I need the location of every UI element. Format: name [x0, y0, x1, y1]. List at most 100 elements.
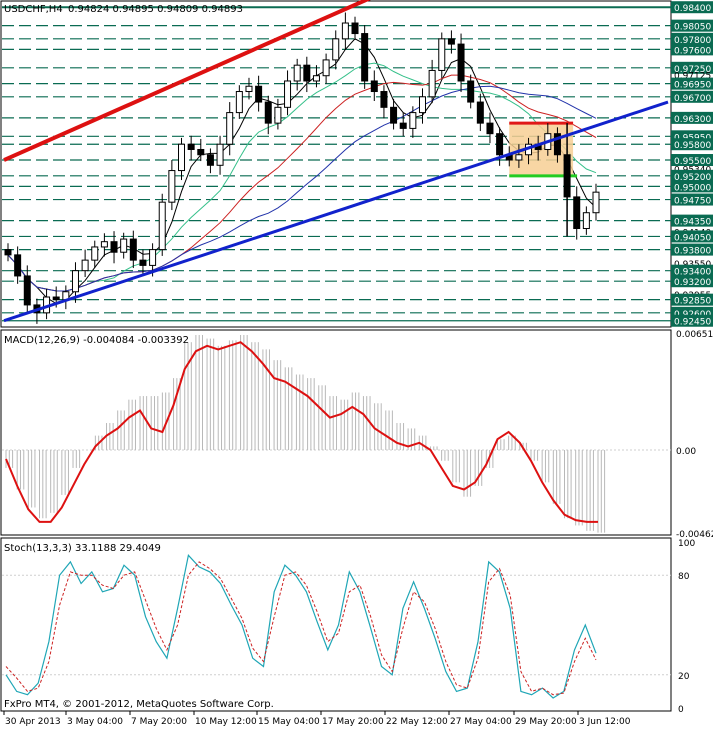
macd-axis-label: 0.006511	[676, 330, 713, 340]
candle-body	[467, 80, 475, 103]
price-axis-label: 0.95000	[674, 183, 711, 193]
stoch-main-line	[5, 554, 597, 699]
candle-body	[158, 201, 166, 251]
candle-body	[370, 80, 378, 93]
candle-body	[332, 38, 340, 61]
price-axis-label: 0.96300	[674, 115, 711, 125]
symbol-title: USDCHF,H4	[4, 4, 63, 15]
candle-body	[100, 241, 108, 248]
macd-signal-line	[5, 341, 598, 523]
candle-body	[573, 196, 581, 230]
candle-body	[496, 133, 504, 156]
stoch-axis-label: 0	[678, 705, 684, 715]
candle-body	[110, 241, 118, 253]
candle-body	[206, 154, 214, 166]
candle-body	[486, 122, 494, 135]
candle-body	[120, 238, 128, 253]
stoch-title: Stoch(13,3,3) 33.1188 29.4049	[4, 543, 161, 554]
candle-body	[14, 254, 22, 277]
macd-axis-label: 0.00	[676, 447, 696, 457]
price-axis-label: 0.98400	[674, 4, 711, 14]
stoch-panel-frame	[0, 537, 672, 712]
candle-body	[457, 43, 465, 82]
candle-body	[255, 85, 263, 103]
ohlc-values: 0.94824 0.94895 0.94809 0.94893	[68, 4, 243, 15]
candle-body	[81, 259, 89, 272]
stoch-axis-label: 100	[678, 539, 695, 549]
time-axis-label: 29 May 20:00	[515, 717, 577, 727]
price-axis-label: 0.97600	[674, 46, 711, 56]
candle-body	[52, 296, 60, 301]
candle-body	[592, 191, 600, 214]
copyright-text: FxPro MT4, © 2001-2012, MetaQuotes Softw…	[4, 699, 274, 710]
chart-svg: 0.984000.980500.978000.976000.972500.971…	[0, 0, 713, 727]
price-axis-label: 0.96700	[674, 94, 711, 104]
candle-body	[187, 143, 195, 150]
time-axis-label: 30 Apr 2013	[5, 717, 61, 727]
candle-body	[197, 148, 205, 156]
candle-body	[264, 101, 272, 124]
candle-body	[418, 96, 426, 114]
price-axis-label: 0.95800	[674, 141, 711, 151]
candle-body	[178, 143, 186, 172]
price-axis-label: 0.93800	[674, 247, 711, 257]
candle-body	[139, 259, 147, 266]
price-axis-label: 0.94350	[674, 218, 711, 228]
candle-body	[284, 80, 292, 108]
candle-body	[274, 106, 282, 124]
candle-body	[71, 270, 79, 293]
time-axis: 30 Apr 2013 3 May 04:00 7 May 20:00 10 May …	[3, 711, 631, 727]
price-axis-label: 0.94750	[674, 197, 711, 207]
time-axis-label: 3 Jun 12:00	[579, 717, 631, 727]
candle-body	[361, 33, 369, 82]
candle-body	[312, 75, 320, 82]
stoch-axis-label: 20	[678, 672, 690, 682]
price-axis-label: 0.93200	[674, 278, 711, 288]
candle-body	[351, 22, 359, 35]
support-trendline	[3, 100, 669, 323]
price-axis-label: 0.92450	[674, 318, 711, 328]
candle-body	[476, 101, 484, 124]
candle-body	[399, 122, 407, 129]
time-axis-label: 3 May 04:00	[67, 717, 123, 727]
candle-body	[293, 64, 301, 82]
candle-body	[409, 112, 417, 129]
ma-fast-line	[7, 38, 597, 305]
candle-body	[515, 154, 523, 161]
time-axis-label: 15 May 04:00	[258, 717, 320, 727]
price-axis-label: 0.92850	[674, 297, 711, 307]
macd-title: MACD(12,26,9) -0.004084 -0.003392	[4, 335, 189, 346]
candle-body	[322, 59, 330, 77]
time-axis-label: 17 May 20:00	[322, 717, 384, 727]
price-axis-label: 0.94050	[674, 233, 711, 243]
candle-body	[235, 91, 243, 114]
stoch-group: 100 80 20 0	[2, 539, 695, 715]
price-axis-labels: 0.984000.980500.978000.976000.972500.971…	[671, 1, 713, 328]
macd-group: 0.0065110.00-0.00462	[2, 330, 713, 540]
price-axis-label: 0.98050	[674, 23, 711, 33]
time-axis-label: 7 May 20:00	[131, 717, 187, 727]
time-axis-label: 27 May 04:00	[450, 717, 512, 727]
candle-body	[91, 246, 99, 261]
candle-body	[341, 22, 349, 40]
candle-body	[168, 170, 176, 203]
price-axis-label: 0.96950	[674, 81, 711, 91]
candle-body	[438, 38, 446, 71]
candle-body	[129, 238, 137, 261]
candle-body	[226, 112, 234, 145]
time-axis-label: 22 May 12:00	[386, 717, 448, 727]
candle-body	[582, 212, 590, 230]
candle-body	[390, 106, 398, 124]
candle-body	[428, 69, 436, 98]
candle-body	[245, 85, 253, 93]
moving-averages	[7, 38, 597, 305]
stoch-axis-label: 80	[678, 572, 690, 582]
time-axis-label: 10 May 12:00	[195, 717, 257, 727]
candle-body	[23, 275, 31, 306]
candle-body	[149, 249, 157, 266]
candle-body	[4, 249, 12, 256]
candle-body	[216, 143, 224, 166]
macd-panel-frame	[0, 329, 672, 536]
candle-body	[303, 64, 311, 82]
chart-container: 0.98400 0.98050 0.97800 0.97600 0.97250 0.971…	[0, 0, 713, 729]
